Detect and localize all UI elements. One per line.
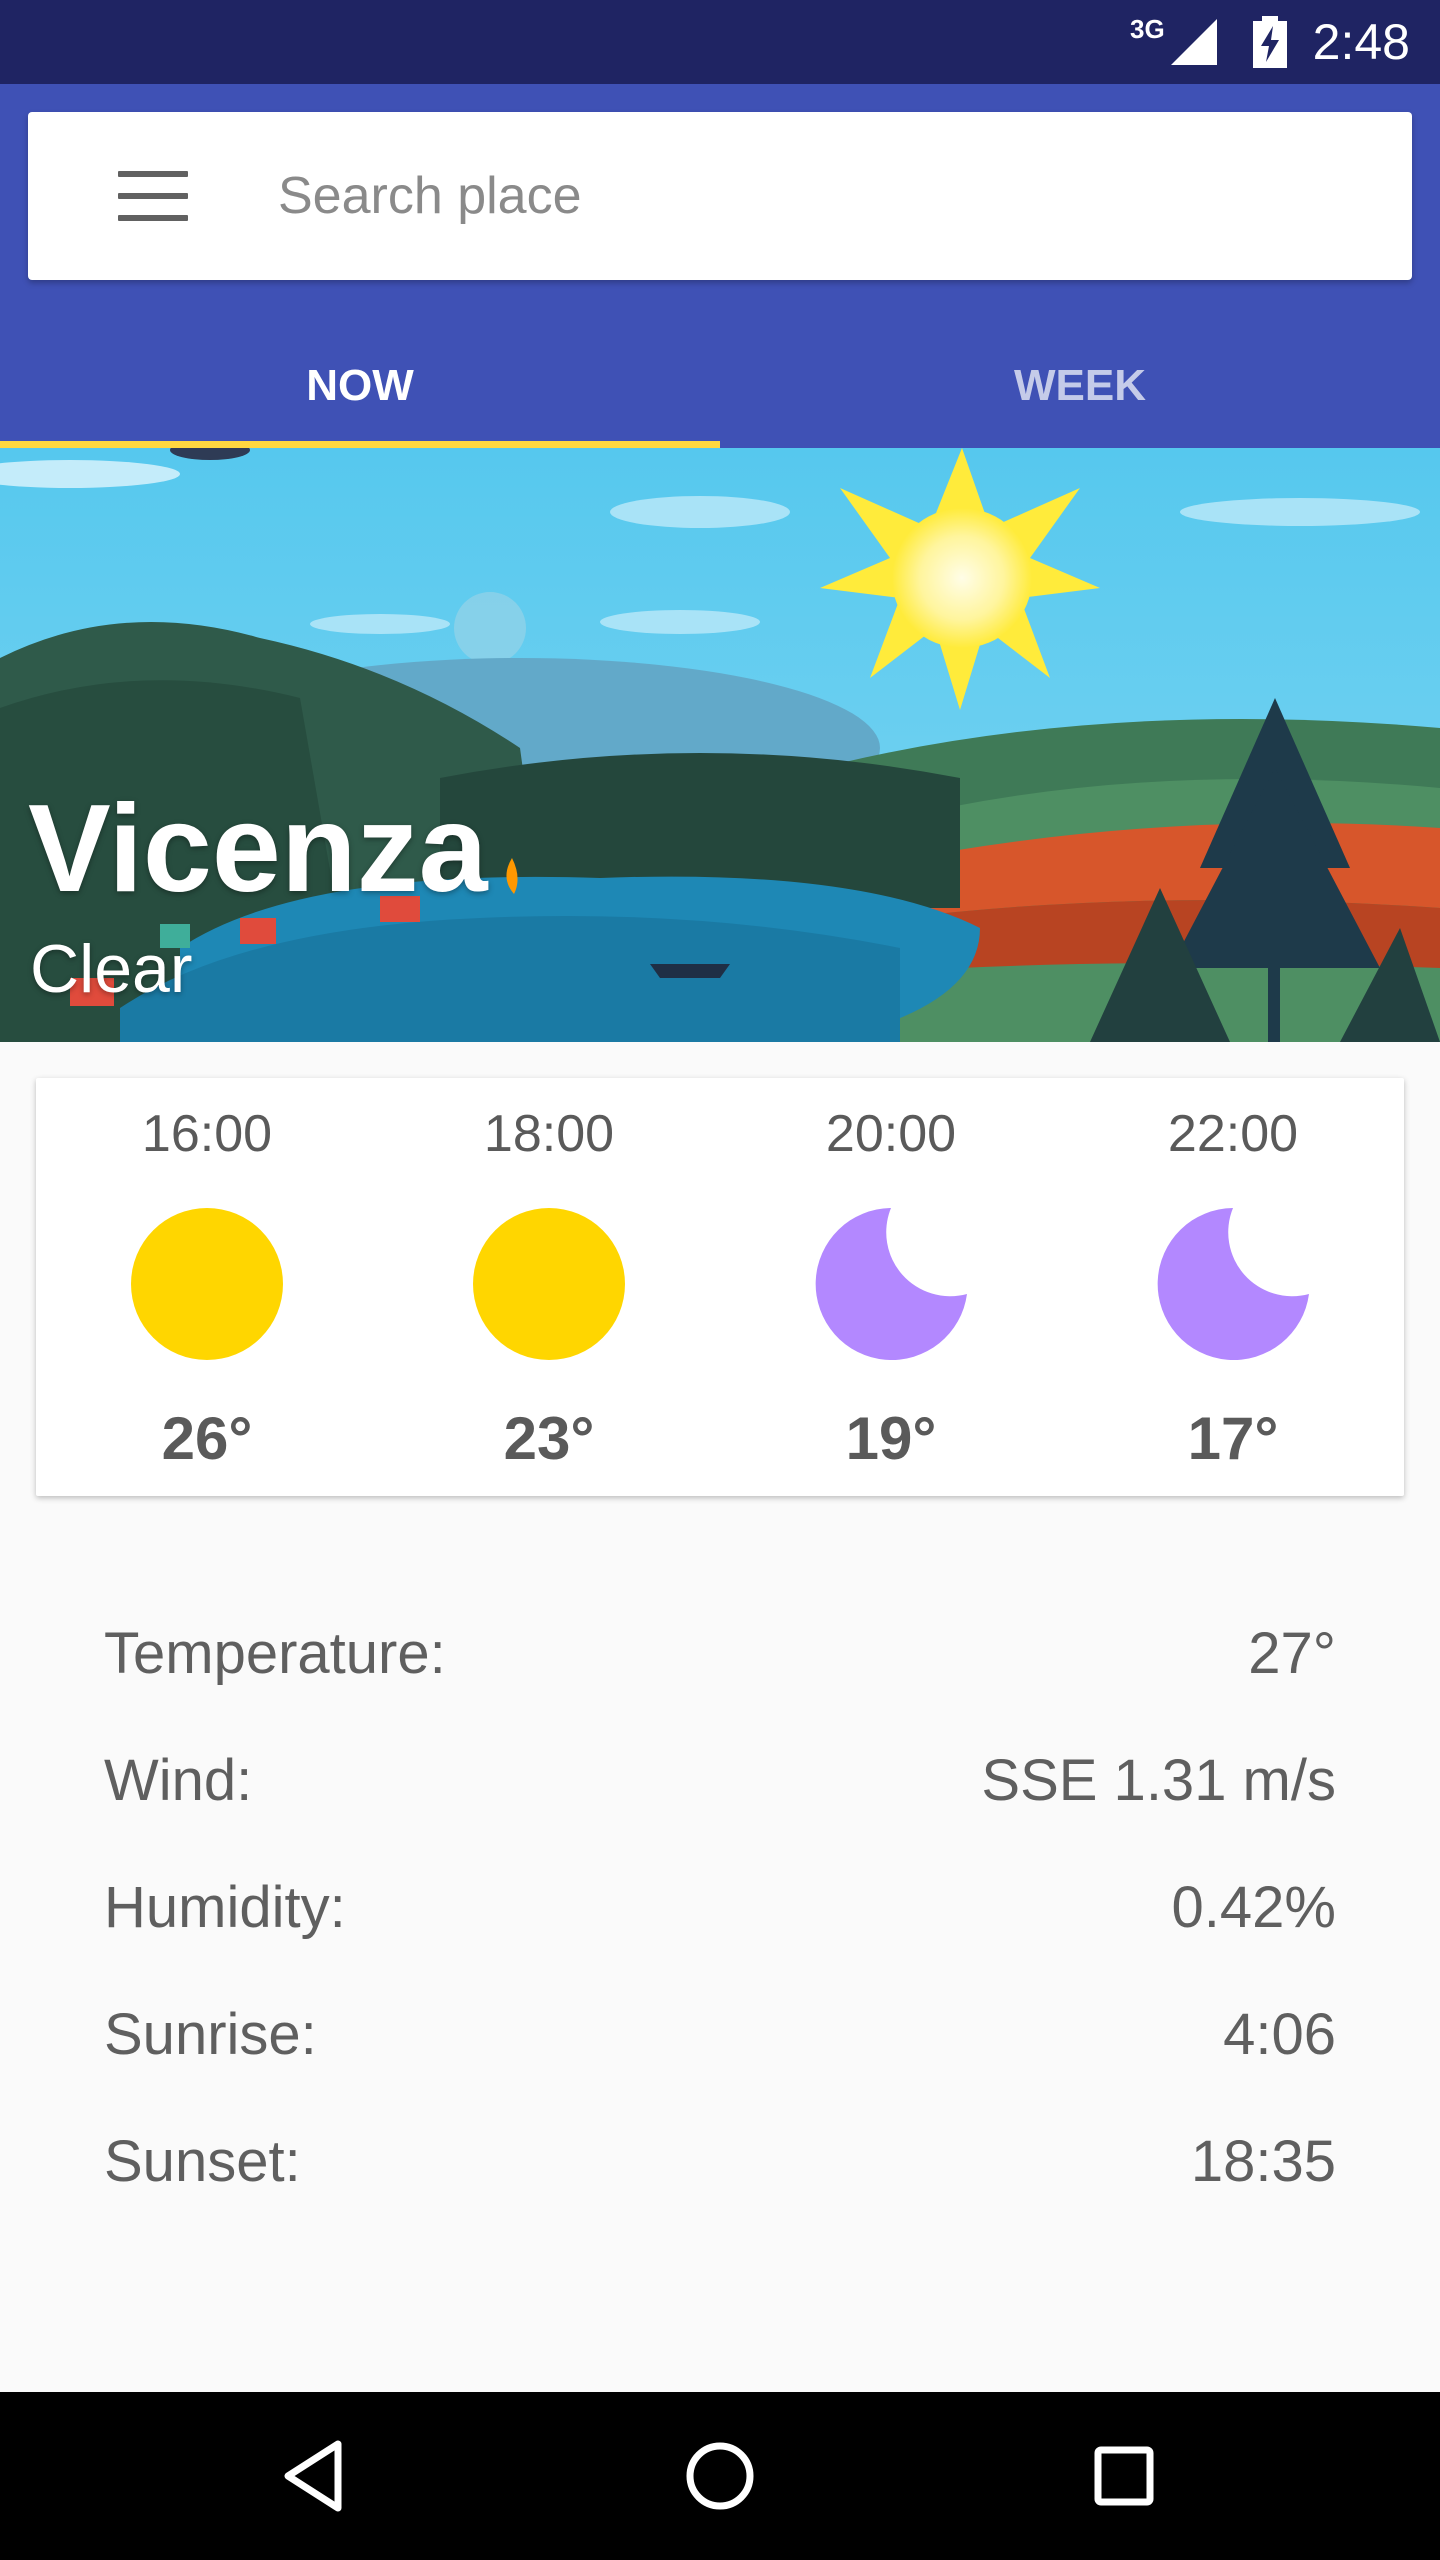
forecast-time: 16:00 [141,1105,273,1163]
detail-label: Sunset: [104,2129,301,2194]
signal-icon [1170,19,1217,65]
weather-condition: Clear [30,931,193,1007]
weather-illustration: Vicenza Clear [0,448,1440,1042]
detail-label: Temperature: [104,1621,446,1686]
detail-row-humidity: Humidity: 0.42% [104,1874,1336,2001]
detail-label: Humidity: [104,1875,346,1940]
tab-bar: NOW WEEK [0,324,1440,448]
city-name: Vicenza [28,780,488,918]
detail-row-sunset: Sunset: 18:35 [104,2128,1336,2255]
detail-value: 0.42% [1171,1875,1336,1940]
detail-row-sunrise: Sunrise: 4:06 [104,2001,1336,2128]
detail-value: 18:35 [1190,2129,1336,2194]
battery-charging-icon [1252,16,1287,68]
forecast-temp: 17° [1187,1405,1279,1472]
forecast-temp: 19° [845,1405,937,1472]
back-icon[interactable] [266,2426,366,2526]
recents-icon[interactable] [1074,2426,1174,2526]
forecast-item: 22:00 17° [1062,1078,1404,1496]
detail-row-temperature: Temperature: 27° [104,1620,1336,1747]
forecast-time: 20:00 [825,1105,957,1163]
search-bar[interactable] [28,112,1412,280]
forecast-time: 18:00 [483,1105,615,1163]
landscape-illustration [0,448,1440,1042]
detail-label: Wind: [104,1748,253,1813]
status-bar: 3G 2:48 [0,0,1440,84]
clock: 2:48 [1312,14,1410,70]
forecast-time: 22:00 [1167,1105,1299,1163]
detail-value: SSE 1.31 m/s [981,1748,1336,1813]
search-input[interactable] [278,166,1278,226]
network-type: 3G [1129,14,1165,44]
weather-details: Temperature: 27° Wind: SSE 1.31 m/s Humi… [104,1620,1336,2255]
forecast-item: 20:00 19° [720,1078,1062,1496]
app-bar: NOW WEEK [0,84,1440,448]
forecast-item: 18:00 23° [378,1078,720,1496]
sun-icon [131,1208,283,1360]
tab-week[interactable]: WEEK [720,324,1440,448]
sun-icon [473,1208,625,1360]
forecast-temp: 23° [503,1405,595,1472]
forecast-temp: 26° [161,1405,253,1472]
detail-row-wind: Wind: SSE 1.31 m/s [104,1747,1336,1874]
tab-now[interactable]: NOW [0,324,720,448]
detail-value: 4:06 [1223,2002,1336,2067]
hourly-forecast-card: 16:00 26° 18:00 23° 20:00 19° 22:00 17° [36,1078,1404,1496]
detail-value: 27° [1248,1621,1336,1686]
moon-icon [815,1208,967,1360]
menu-icon[interactable] [118,171,188,221]
home-icon[interactable] [670,2426,770,2526]
forecast-item: 16:00 26° [36,1078,378,1496]
detail-label: Sunrise: [104,2002,317,2067]
navigation-bar [0,2392,1440,2560]
moon-icon [1157,1208,1309,1360]
